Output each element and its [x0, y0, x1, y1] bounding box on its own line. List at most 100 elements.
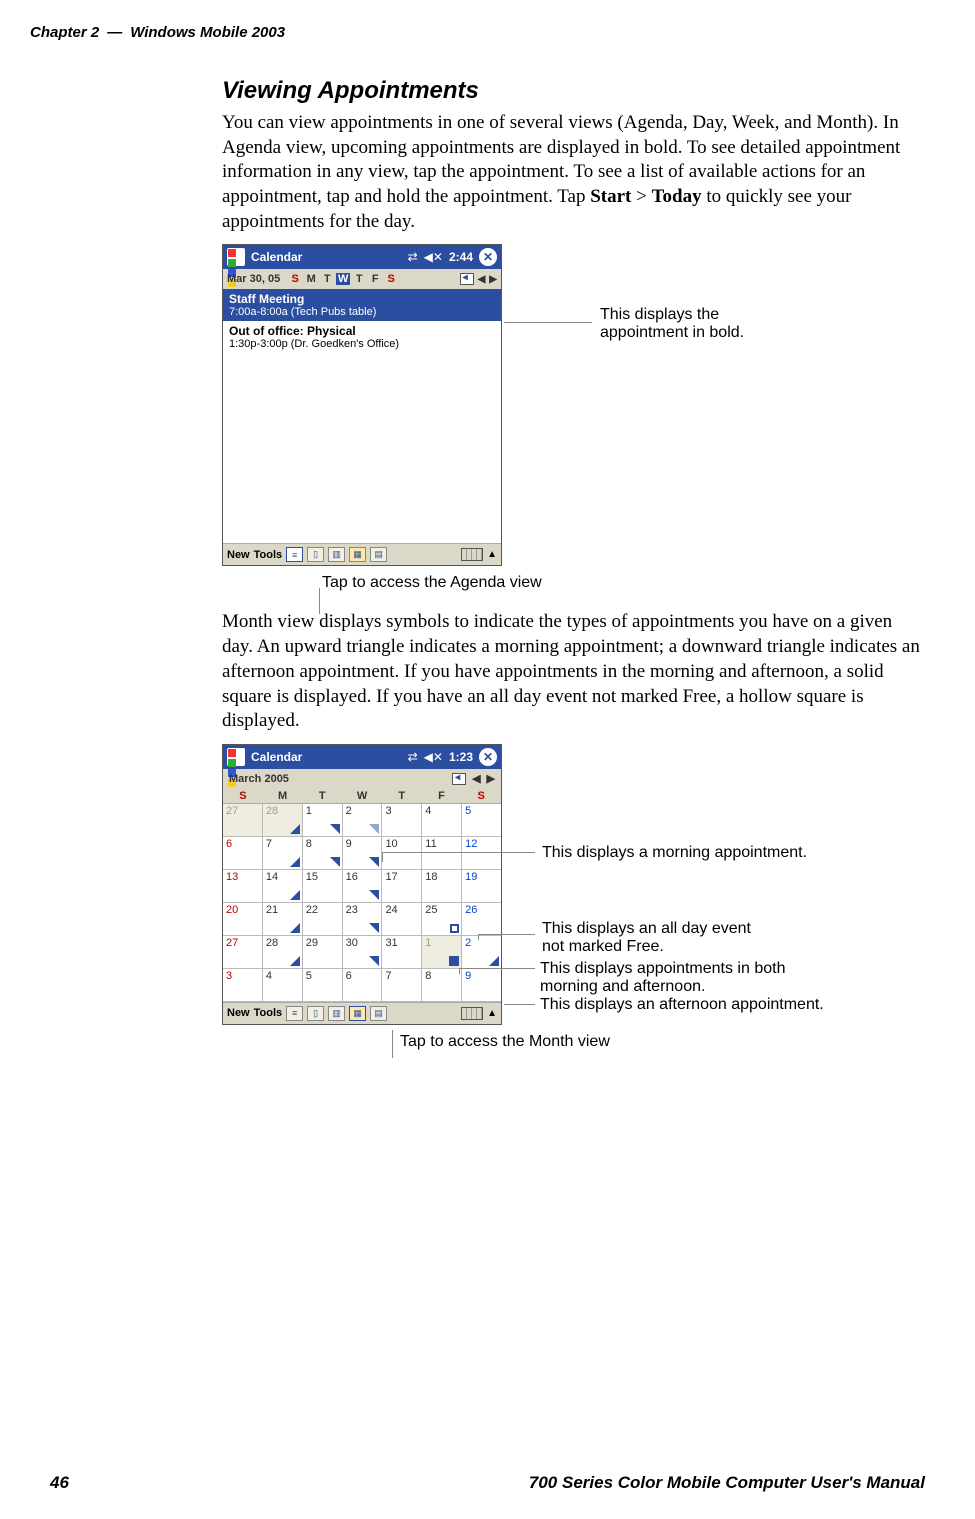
header-topic: Windows Mobile 2003	[130, 24, 285, 41]
calendar-cell[interactable]: 28	[263, 804, 303, 836]
appointment-selected[interactable]: Staff Meeting 7:00a-8:00a (Tech Pubs tab…	[223, 289, 501, 321]
next-day-icon[interactable]: ▶	[489, 274, 497, 285]
wk-wed[interactable]: W	[336, 273, 350, 285]
calendar-cell[interactable]: 22	[303, 903, 343, 935]
calendar-cell[interactable]: 14	[263, 870, 303, 902]
calendar-cell[interactable]: 3	[223, 969, 263, 1001]
goto-today-icon[interactable]	[452, 773, 466, 785]
year-view-icon[interactable]: ▤	[370, 1006, 387, 1021]
tools-button[interactable]: Tools	[254, 1007, 283, 1019]
new-button[interactable]: New	[227, 1007, 250, 1019]
keyboard-icon[interactable]	[461, 1007, 483, 1020]
speaker-icon[interactable]: ◀✕	[424, 750, 443, 764]
calendar-cell[interactable]: 24	[382, 903, 422, 935]
calendar-cell[interactable]: 16	[343, 870, 383, 902]
connectivity-icon[interactable]: ⇄	[408, 250, 418, 264]
calendar-cell[interactable]: 28	[263, 936, 303, 968]
calendar-cell[interactable]: 8	[422, 969, 462, 1001]
calendar-cell[interactable]: 31	[382, 936, 422, 968]
prev-day-icon[interactable]: ◀	[478, 274, 486, 285]
calendar-cell[interactable]: 25	[422, 903, 462, 935]
connectivity-icon[interactable]: ⇄	[408, 750, 418, 764]
day-view-icon[interactable]: ▯	[307, 547, 324, 562]
calendar-cell[interactable]: 5	[303, 969, 343, 1001]
year-view-icon[interactable]: ▤	[370, 547, 387, 562]
callout-allday-1: This displays an all day event	[542, 920, 751, 938]
month-titlebar[interactable]: Calendar ⇄ ◀✕ 1:23 ✕	[223, 745, 501, 769]
wk-mon[interactable]: M	[304, 273, 318, 285]
start-icon[interactable]	[227, 248, 245, 266]
calendar-cell[interactable]: 19	[462, 870, 501, 902]
agenda-device: Calendar ⇄ ◀✕ 2:44 ✕ Mar 30, 05 S M T W …	[222, 244, 502, 566]
calendar-cell[interactable]: 2	[343, 804, 383, 836]
calendar-cell[interactable]: 13	[223, 870, 263, 902]
wk-sun[interactable]: S	[288, 273, 302, 285]
calendar-cell[interactable]: 20	[223, 903, 263, 935]
close-icon[interactable]: ✕	[479, 248, 497, 266]
calendar-cell[interactable]: 11	[422, 837, 462, 869]
wk-thu[interactable]: T	[352, 273, 366, 285]
agenda-view-icon[interactable]: ≡	[286, 547, 303, 562]
week-view-icon[interactable]: ▥	[328, 1006, 345, 1021]
calendar-cell[interactable]: 9	[343, 837, 383, 869]
goto-today-icon[interactable]	[460, 273, 474, 285]
agenda-date[interactable]: Mar 30, 05	[227, 273, 280, 285]
morning-indicator-icon	[369, 923, 379, 933]
calendar-cell[interactable]: 9	[462, 969, 501, 1001]
month-clock[interactable]: 1:23	[449, 750, 473, 764]
afternoon-indicator-icon	[290, 923, 300, 933]
appointment-item[interactable]: Out of office: Physical 1:30p-3:00p (Dr.…	[223, 321, 501, 353]
calendar-cell[interactable]: 4	[263, 969, 303, 1001]
calendar-cell[interactable]: 6	[343, 969, 383, 1001]
calendar-cell[interactable]: 18	[422, 870, 462, 902]
agenda-week-picker[interactable]: S M T W T F S	[288, 273, 459, 285]
month-view-icon[interactable]: ▦	[349, 1006, 366, 1021]
wk-sat[interactable]: S	[384, 273, 398, 285]
agenda-titlebar[interactable]: Calendar ⇄ ◀✕ 2:44 ✕	[223, 245, 501, 269]
calendar-cell[interactable]: 7	[263, 837, 303, 869]
agenda-clock[interactable]: 2:44	[449, 250, 473, 264]
leader-line	[478, 934, 479, 940]
calendar-cell[interactable]: 17	[382, 870, 422, 902]
next-month-icon[interactable]: ▶	[487, 772, 495, 785]
speaker-icon[interactable]: ◀✕	[424, 250, 443, 264]
calendar-cell[interactable]: 30	[343, 936, 383, 968]
month-label[interactable]: March 2005	[229, 773, 452, 785]
calendar-cell[interactable]: 6	[223, 837, 263, 869]
week-view-icon[interactable]: ▥	[328, 547, 345, 562]
calendar-row: 13141516171819	[223, 870, 501, 903]
calendar-cell[interactable]: 7	[382, 969, 422, 1001]
calendar-cell[interactable]: 5	[462, 804, 501, 836]
calendar-cell[interactable]: 3	[382, 804, 422, 836]
month-view-icon[interactable]: ▦	[349, 547, 366, 562]
tools-button[interactable]: Tools	[254, 549, 283, 561]
day-view-icon[interactable]: ▯	[307, 1006, 324, 1021]
morning-indicator-icon	[369, 824, 379, 834]
agenda-figure: Calendar ⇄ ◀✕ 2:44 ✕ Mar 30, 05 S M T W …	[222, 244, 925, 592]
calendar-cell[interactable]: 26	[462, 903, 501, 935]
keyboard-icon[interactable]	[461, 548, 483, 561]
calendar-cell[interactable]: 29	[303, 936, 343, 968]
start-icon[interactable]	[227, 748, 245, 766]
calendar-cell[interactable]: 21	[263, 903, 303, 935]
calendar-cell[interactable]: 12	[462, 837, 501, 869]
prev-month-icon[interactable]: ◀	[472, 772, 480, 785]
close-icon[interactable]: ✕	[479, 748, 497, 766]
wk-fri[interactable]: F	[368, 273, 382, 285]
leader-line	[504, 1004, 535, 1005]
wk-tue[interactable]: T	[320, 273, 334, 285]
calendar-cell[interactable]: 27	[223, 936, 263, 968]
calendar-cell[interactable]: 2	[462, 936, 501, 968]
sip-up-icon[interactable]: ▲	[487, 1008, 497, 1019]
new-button[interactable]: New	[227, 549, 250, 561]
calendar-cell[interactable]: 1	[422, 936, 462, 968]
calendar-cell[interactable]: 1	[303, 804, 343, 836]
calendar-cell[interactable]: 15	[303, 870, 343, 902]
calendar-cell[interactable]: 27	[223, 804, 263, 836]
calendar-cell[interactable]: 4	[422, 804, 462, 836]
sip-up-icon[interactable]: ▲	[487, 549, 497, 560]
calendar-cell[interactable]: 8	[303, 837, 343, 869]
agenda-view-icon[interactable]: ≡	[286, 1006, 303, 1021]
calendar-cell[interactable]: 10	[382, 837, 422, 869]
calendar-cell[interactable]: 23	[343, 903, 383, 935]
